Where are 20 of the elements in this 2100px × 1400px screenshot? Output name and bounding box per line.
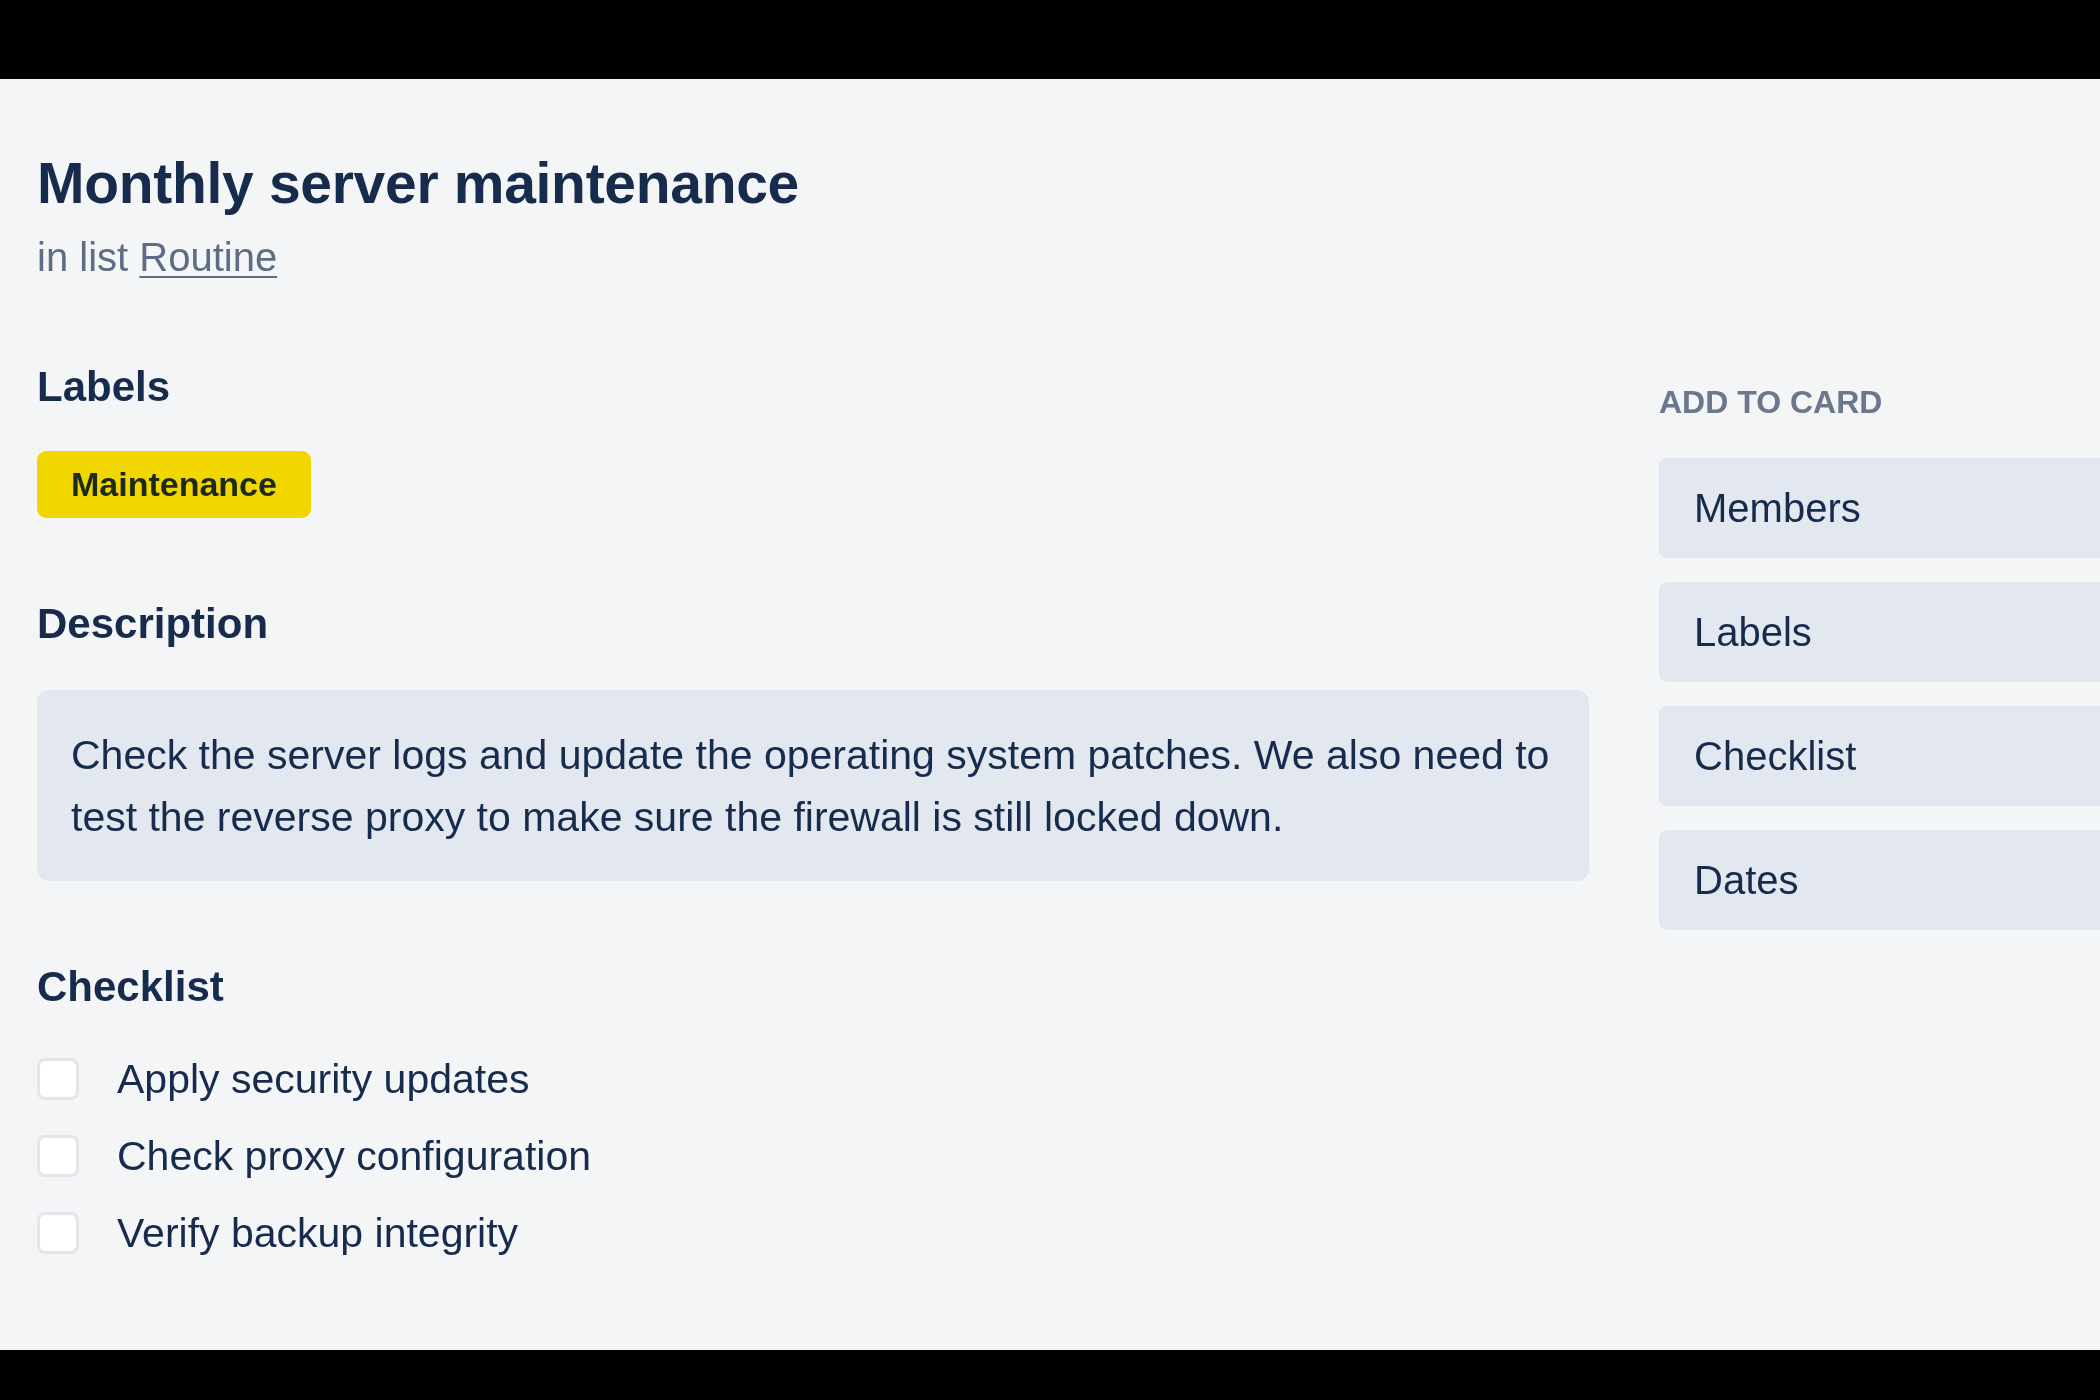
checkbox[interactable]	[37, 1057, 79, 1100]
checklist-item-text: Check proxy configuration	[117, 1131, 592, 1180]
add-to-card-heading: ADD TO CARD	[1659, 384, 1884, 420]
add-to-card-button[interactable]: Dates	[1659, 830, 2100, 930]
add-to-card-button[interactable]: Checklist	[1659, 706, 2100, 806]
label-chip[interactable]: Maintenance	[37, 451, 311, 518]
checklist-item-text: Verify backup integrity	[117, 1208, 519, 1257]
card-title: Monthly server maintenance	[37, 151, 799, 215]
description-heading: Description	[37, 600, 269, 648]
checklist-item-text: Apply security updates	[117, 1054, 530, 1103]
description-box[interactable]: Check the server logs and update the operating system patches. We also need to test the reverse proxy to make sure the firewall is still locked down.	[37, 690, 1589, 881]
add-to-card-button[interactable]: Members	[1659, 458, 2100, 558]
checklist-heading: Checklist	[37, 963, 224, 1011]
list-link[interactable]: Routine	[139, 235, 278, 279]
checkbox[interactable]	[37, 1134, 79, 1177]
description-text: Check the server logs and update the operating system patches. We also need to test the reverse proxy to make sure the firewall is still locked down.	[71, 731, 1551, 842]
checkbox[interactable]	[37, 1211, 79, 1254]
add-to-card-button[interactable]: Labels	[1659, 582, 2100, 682]
list-subtitle: in list Routine	[37, 235, 278, 279]
labels-heading: Labels	[37, 363, 171, 411]
